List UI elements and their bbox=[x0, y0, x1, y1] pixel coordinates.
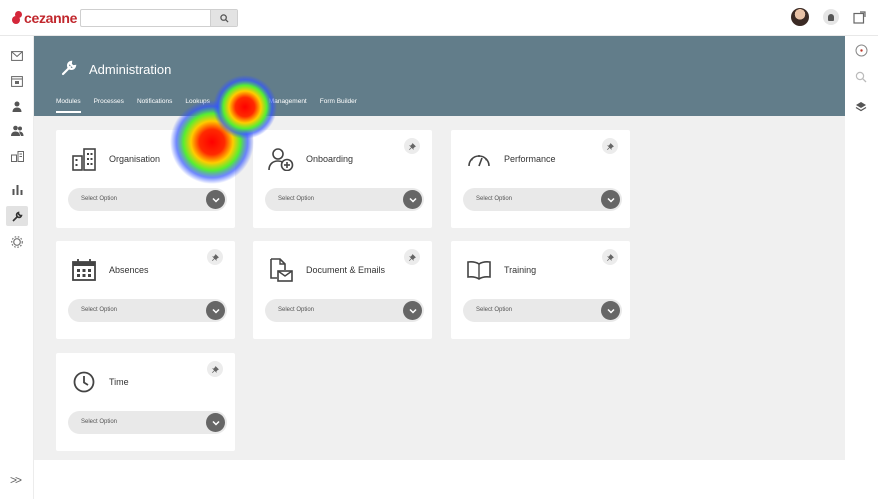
chevron-down-icon[interactable] bbox=[206, 413, 225, 432]
expand-sidebar-button[interactable]: >> bbox=[10, 473, 22, 487]
select-label: Select Option bbox=[81, 196, 118, 202]
organisation-select[interactable]: Select Option bbox=[68, 188, 227, 211]
card-title: Training bbox=[504, 265, 537, 275]
calendar-icon bbox=[72, 259, 96, 281]
module-card-time[interactable]: Time Select Option bbox=[56, 353, 235, 451]
pin-icon[interactable] bbox=[404, 249, 420, 265]
building-icon bbox=[72, 148, 96, 171]
card-title: Performance bbox=[504, 154, 556, 164]
card-title: Time bbox=[109, 377, 129, 387]
pin-icon[interactable] bbox=[207, 249, 223, 265]
notifications-icon[interactable] bbox=[823, 9, 839, 25]
tab-form-builder[interactable]: Form Builder bbox=[320, 98, 357, 105]
document-emails-select[interactable]: Select Option bbox=[265, 299, 424, 322]
training-select[interactable]: Select Option bbox=[463, 299, 622, 322]
module-card-training[interactable]: Training Select Option bbox=[451, 241, 630, 339]
top-bar: cezanne bbox=[0, 0, 878, 36]
brand-name: cezanne bbox=[24, 10, 78, 26]
search-input[interactable] bbox=[80, 9, 238, 27]
bar-chart-icon[interactable] bbox=[9, 181, 25, 197]
chevron-down-icon[interactable] bbox=[601, 301, 620, 320]
pin-icon[interactable] bbox=[404, 138, 420, 154]
time-select[interactable]: Select Option bbox=[68, 411, 227, 434]
pin-icon[interactable] bbox=[602, 138, 618, 154]
org-chart-icon[interactable] bbox=[9, 148, 25, 164]
person-icon[interactable] bbox=[9, 98, 25, 114]
tab-fields[interactable]: Fields bbox=[223, 98, 240, 105]
mail-icon[interactable] bbox=[9, 48, 25, 64]
module-card-performance[interactable]: Performance Select Option bbox=[451, 130, 630, 228]
wrench-icon bbox=[61, 60, 77, 76]
tab-processes[interactable]: Processes bbox=[94, 98, 124, 105]
tab-notifications[interactable]: Notifications bbox=[137, 98, 172, 105]
left-sidebar: >> bbox=[0, 36, 34, 499]
admin-banner: Administration Modules Processes Notific… bbox=[34, 36, 845, 116]
onboarding-select[interactable]: Select Option bbox=[265, 188, 424, 211]
chevron-down-icon[interactable] bbox=[206, 301, 225, 320]
book-icon bbox=[467, 261, 491, 280]
card-title: Onboarding bbox=[306, 154, 354, 164]
module-card-absences[interactable]: Absences Select Option bbox=[56, 241, 235, 339]
logo-mark-icon bbox=[12, 11, 22, 25]
chevron-down-icon[interactable] bbox=[403, 301, 422, 320]
chevron-down-icon[interactable] bbox=[403, 190, 422, 209]
select-label: Select Option bbox=[476, 307, 513, 313]
search-icon bbox=[219, 13, 229, 23]
document-email-icon bbox=[270, 258, 293, 282]
module-card-onboarding[interactable]: Onboarding Select Option bbox=[253, 130, 432, 228]
gauge-icon bbox=[468, 155, 490, 167]
module-card-document-emails[interactable]: Document & Emails Select Option bbox=[253, 241, 432, 339]
clock-compass-icon[interactable] bbox=[853, 42, 869, 58]
right-sidebar bbox=[845, 36, 878, 499]
modules-grid: Organisation Select Option Onboarding Se… bbox=[34, 116, 845, 460]
pin-icon[interactable] bbox=[602, 249, 618, 265]
cezanne-logo[interactable]: cezanne bbox=[12, 10, 77, 26]
people-icon[interactable] bbox=[9, 122, 25, 138]
user-avatar[interactable] bbox=[791, 8, 809, 26]
user-add-icon bbox=[268, 148, 294, 171]
layers-icon[interactable] bbox=[853, 99, 869, 115]
performance-select[interactable]: Select Option bbox=[463, 188, 622, 211]
search-icon[interactable] bbox=[853, 69, 869, 85]
select-label: Select Option bbox=[278, 307, 315, 313]
pin-icon[interactable] bbox=[207, 361, 223, 377]
card-title: Absences bbox=[109, 265, 149, 275]
chevron-down-icon[interactable] bbox=[206, 190, 225, 209]
wrench-icon[interactable] bbox=[6, 206, 28, 226]
clock-icon bbox=[73, 371, 95, 393]
search-button[interactable] bbox=[210, 10, 237, 26]
calendar-icon[interactable] bbox=[9, 73, 25, 89]
select-label: Select Option bbox=[81, 419, 118, 425]
tab-data-management[interactable]: Data Management bbox=[253, 98, 306, 105]
page-title: Administration bbox=[89, 62, 172, 77]
absences-select[interactable]: Select Option bbox=[68, 299, 227, 322]
card-title: Organisation bbox=[109, 154, 161, 164]
tab-lookups[interactable]: Lookups bbox=[185, 98, 210, 105]
tab-modules[interactable]: Modules bbox=[56, 98, 81, 113]
select-label: Select Option bbox=[476, 196, 513, 202]
card-title: Document & Emails bbox=[306, 265, 386, 275]
external-window-icon[interactable] bbox=[853, 10, 866, 24]
select-label: Select Option bbox=[81, 307, 118, 313]
gear-icon[interactable] bbox=[9, 234, 25, 250]
module-tabs: Modules Processes Notifications Lookups … bbox=[56, 98, 357, 113]
chevron-down-icon[interactable] bbox=[601, 190, 620, 209]
select-label: Select Option bbox=[278, 196, 315, 202]
module-card-organisation[interactable]: Organisation Select Option bbox=[56, 130, 235, 228]
